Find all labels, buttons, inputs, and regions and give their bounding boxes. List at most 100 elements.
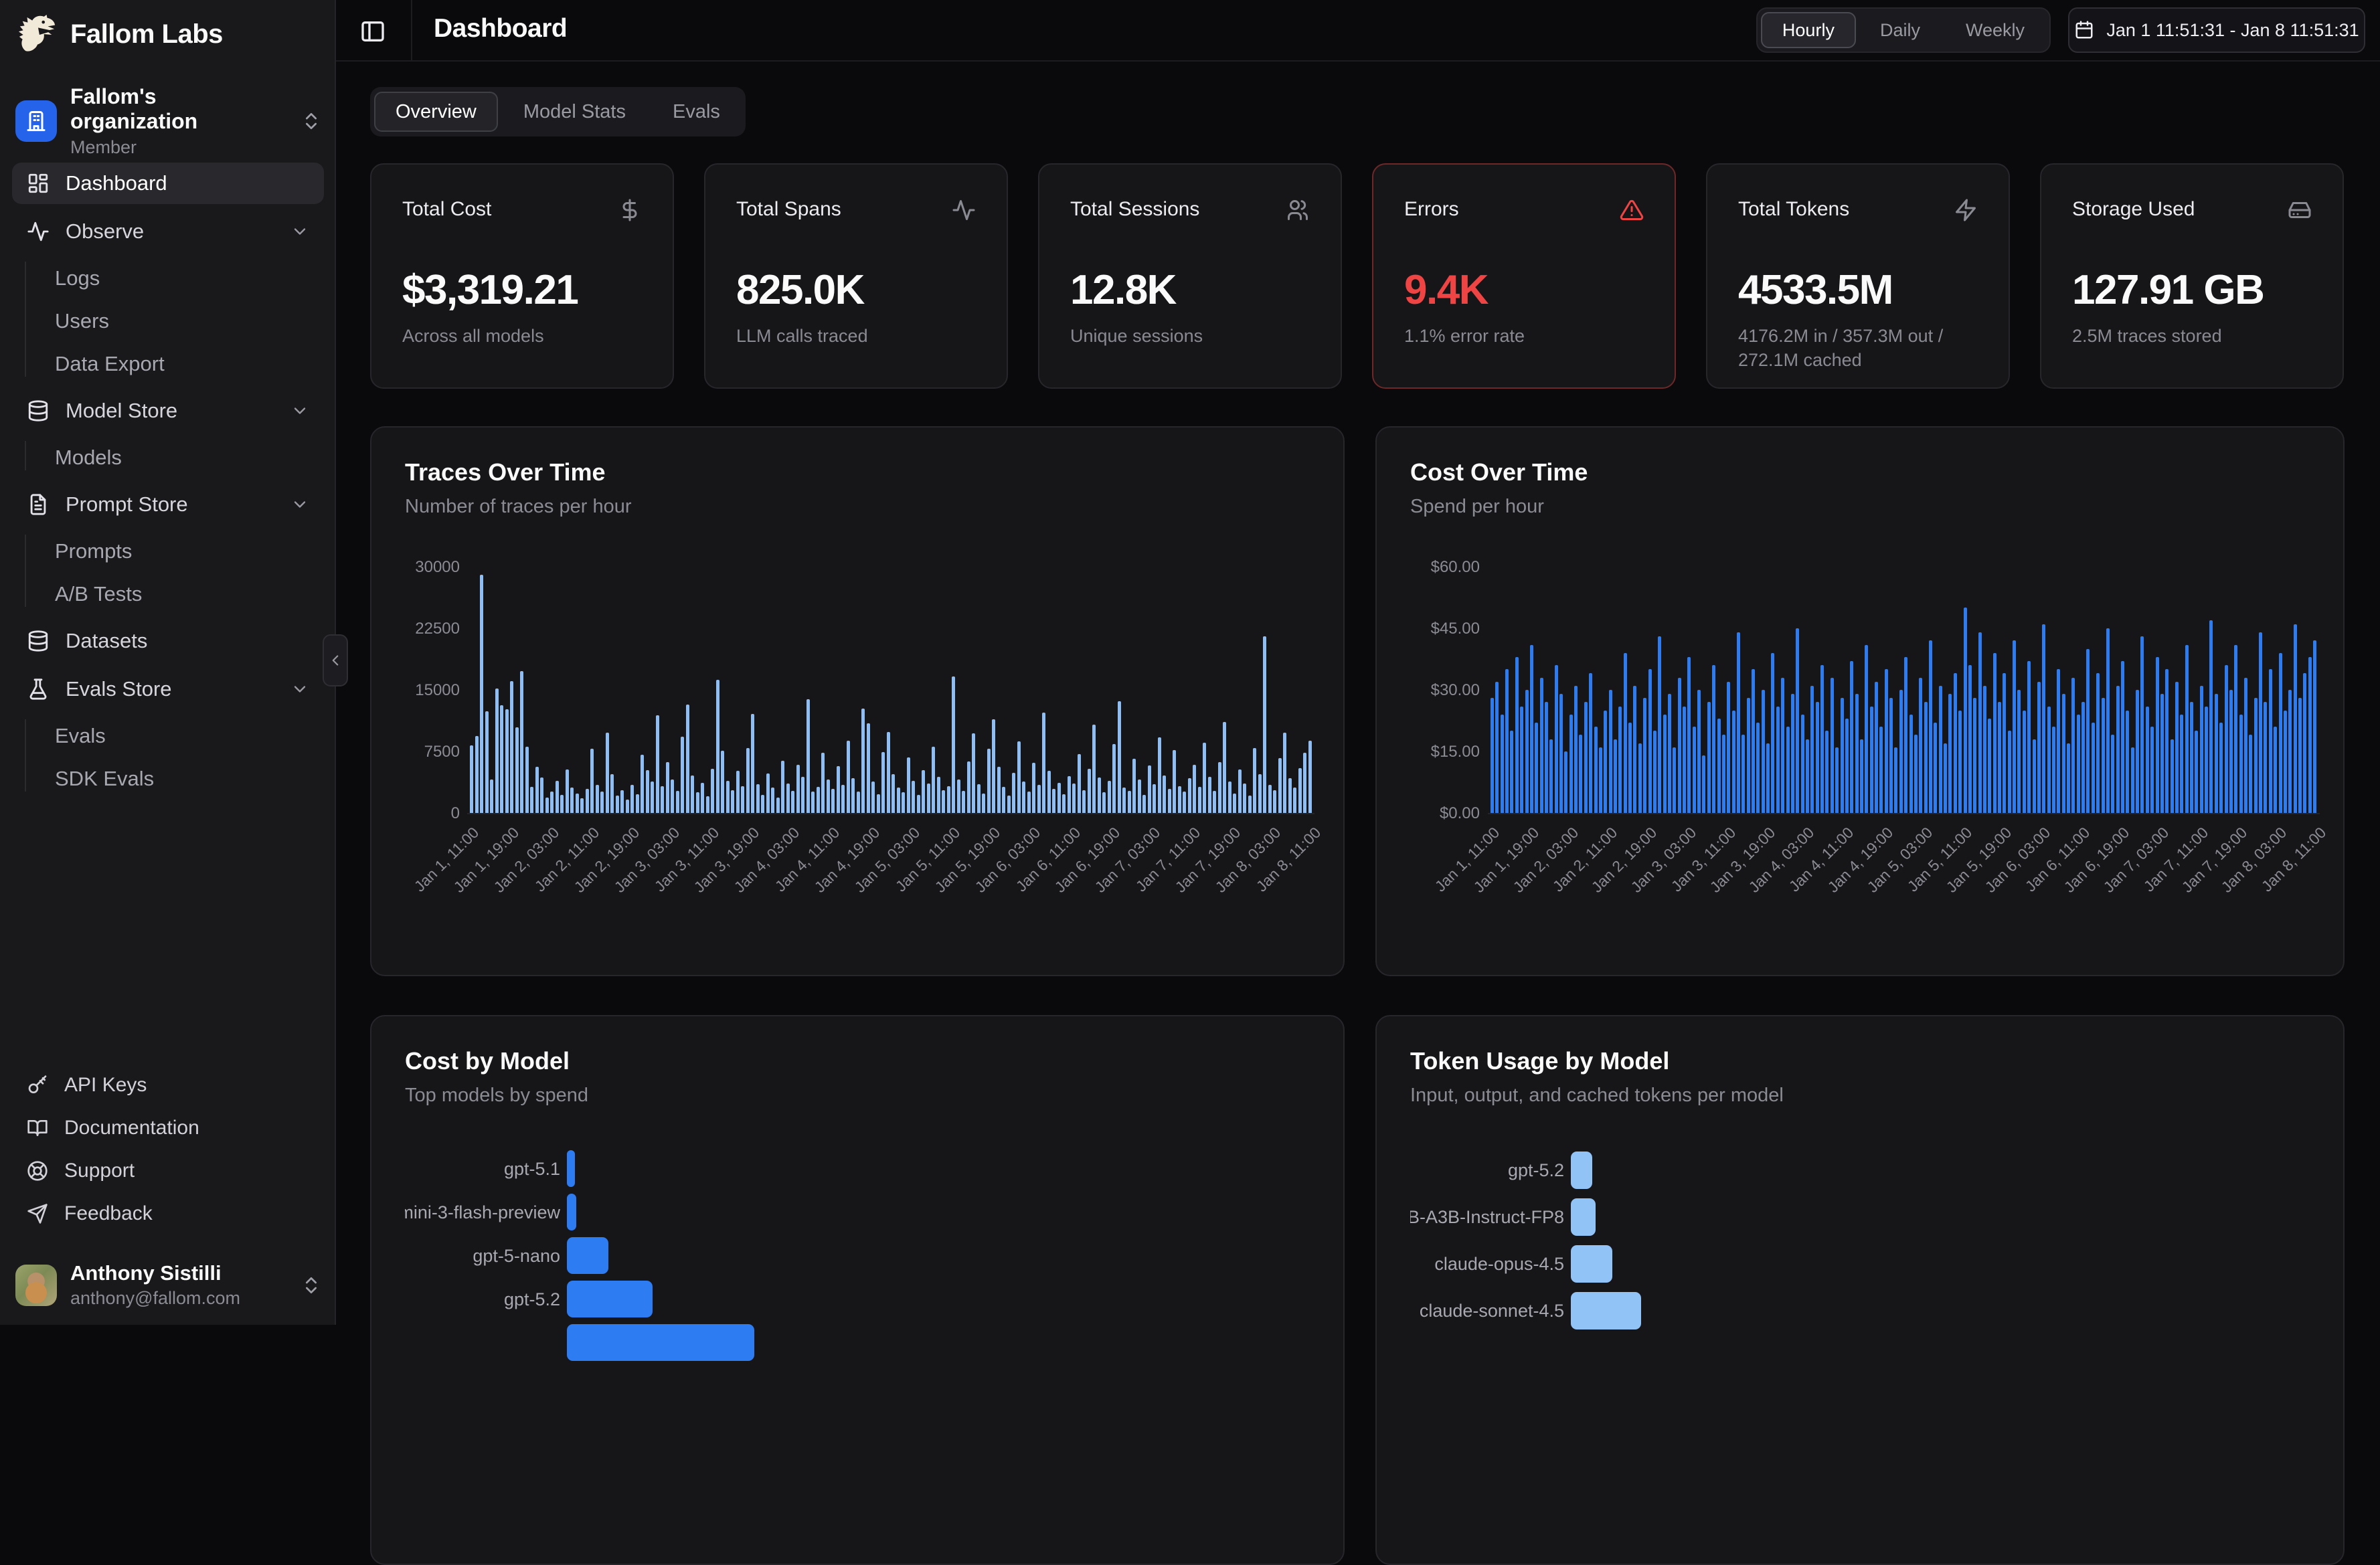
granularity-daily[interactable]: Daily	[1859, 12, 1942, 48]
bar	[1806, 739, 1809, 813]
bar	[841, 785, 845, 813]
bar	[641, 755, 644, 813]
sidebar-item-logs[interactable]: Logs	[12, 259, 324, 298]
bar	[1653, 731, 1656, 813]
cost-over-time-panel: Cost Over Time Spend per hour $60.00$45.…	[1375, 426, 2345, 976]
bar	[1208, 777, 1211, 813]
sidebar-item-observe[interactable]: Observe	[12, 211, 324, 252]
bar	[1624, 653, 1627, 813]
sidebar-item-prompts[interactable]: Prompts	[12, 532, 324, 571]
bar	[1153, 784, 1156, 813]
bar	[1983, 686, 1986, 813]
bar	[847, 741, 850, 813]
sidebar-item-prompt-store[interactable]: Prompt Store	[12, 484, 324, 525]
sidebar-item-dashboard[interactable]: Dashboard	[12, 163, 324, 204]
activity-icon	[952, 198, 976, 222]
tab-model-stats[interactable]: Model Stats	[502, 92, 647, 132]
bar	[1505, 669, 1509, 813]
bar	[1188, 778, 1191, 813]
bar	[1929, 640, 1932, 813]
bar	[661, 786, 664, 813]
bar	[1072, 784, 1076, 813]
bar	[2175, 682, 2179, 813]
sidebar-item-label: Evals Store	[66, 677, 172, 701]
bar	[560, 795, 564, 813]
bar	[2081, 702, 2085, 813]
bar	[731, 790, 734, 813]
bar	[1633, 686, 1636, 813]
bar	[1574, 686, 1578, 813]
bar	[646, 770, 649, 813]
stat-title: Total Sessions	[1070, 198, 1199, 221]
org-switcher[interactable]: Fallom's organization Member	[15, 84, 322, 158]
bar	[706, 796, 709, 813]
bar	[1683, 707, 1686, 813]
sidebar-item-data-export[interactable]: Data Export	[12, 345, 324, 383]
bar	[1614, 739, 1617, 813]
sidebar-nav: Dashboard Observe Logs Users Data Export Mode…	[12, 163, 324, 805]
model-bar-claude-opus-4-5	[1571, 1245, 1612, 1283]
granularity-weekly[interactable]: Weekly	[1944, 12, 2046, 48]
sidebar-item-evals[interactable]: Evals	[12, 717, 324, 755]
sidebar-toggle-button[interactable]	[359, 17, 389, 46]
bar	[1233, 794, 1236, 813]
bar	[2121, 661, 2124, 813]
bar	[515, 727, 519, 813]
bar	[1835, 747, 1839, 813]
sidebar-link-label: Support	[64, 1160, 135, 1182]
bar	[2259, 632, 2262, 813]
stat-title: Total Cost	[402, 198, 491, 221]
bar	[2126, 711, 2129, 813]
bar	[1540, 678, 1543, 813]
date-range-button[interactable]: Jan 1 11:51:31 - Jan 8 11:51:31	[2068, 7, 2365, 53]
bar	[676, 791, 679, 813]
bar	[1899, 690, 1903, 813]
bar	[1697, 690, 1701, 813]
bar	[610, 774, 614, 813]
bar	[1158, 737, 1161, 813]
sidebar-link-documentation[interactable]: Documentation	[12, 1108, 324, 1148]
sidebar-item-datasets[interactable]: Datasets	[12, 620, 324, 662]
header-divider	[411, 0, 412, 60]
granularity-hourly[interactable]: Hourly	[1761, 12, 1856, 48]
bar	[1638, 743, 1642, 813]
bar	[2052, 727, 2055, 813]
bar	[982, 794, 985, 813]
bar	[857, 792, 860, 813]
sidebar-item-evals-store[interactable]: Evals Store	[12, 668, 324, 710]
sidebar-item-a-b-tests[interactable]: A/B Tests	[12, 575, 324, 614]
bar	[877, 794, 880, 813]
bar	[1609, 690, 1612, 813]
bar	[2180, 715, 2183, 813]
bar	[1885, 669, 1888, 813]
model-bar-gpt-5-1	[567, 1150, 575, 1187]
bar	[651, 781, 654, 813]
bar	[2106, 628, 2110, 813]
bar	[1564, 751, 1567, 813]
user-menu[interactable]: Anthony Sistilli anthony@fallom.com	[15, 1261, 322, 1309]
bar	[1078, 754, 1081, 813]
sidebar-link-feedback[interactable]: Feedback	[12, 1194, 324, 1234]
hard-drive-icon	[2288, 198, 2312, 222]
tab-evals[interactable]: Evals	[651, 92, 742, 132]
sidebar-link-label: Feedback	[64, 1202, 153, 1225]
sidebar-item-models[interactable]: Models	[12, 438, 324, 477]
bar	[902, 792, 905, 813]
stat-value: 127.91 GB	[2072, 266, 2312, 314]
bar	[1122, 788, 1126, 813]
bar	[1173, 750, 1176, 813]
tab-overview[interactable]: Overview	[374, 92, 498, 132]
sidebar-link-api-keys[interactable]: API Keys	[12, 1065, 324, 1105]
sidebar-item-users[interactable]: Users	[12, 302, 324, 341]
bar	[1727, 682, 1730, 813]
sidebar-item-sdk-evals[interactable]: SDK Evals	[12, 759, 324, 798]
bar	[1643, 698, 1646, 813]
bar	[861, 709, 865, 813]
sidebar-item-model-store[interactable]: Model Store	[12, 390, 324, 432]
model-label-gpt-5-2: gpt-5.2	[1410, 1160, 1564, 1181]
sidebar-link-support[interactable]: Support	[12, 1151, 324, 1191]
bar	[1283, 733, 1286, 813]
cost-by-model-panel: Cost by Model Top models by spend gpt-5.…	[370, 1015, 1345, 1565]
bar	[2225, 665, 2228, 813]
sidebar-collapse-handle[interactable]	[323, 634, 348, 686]
